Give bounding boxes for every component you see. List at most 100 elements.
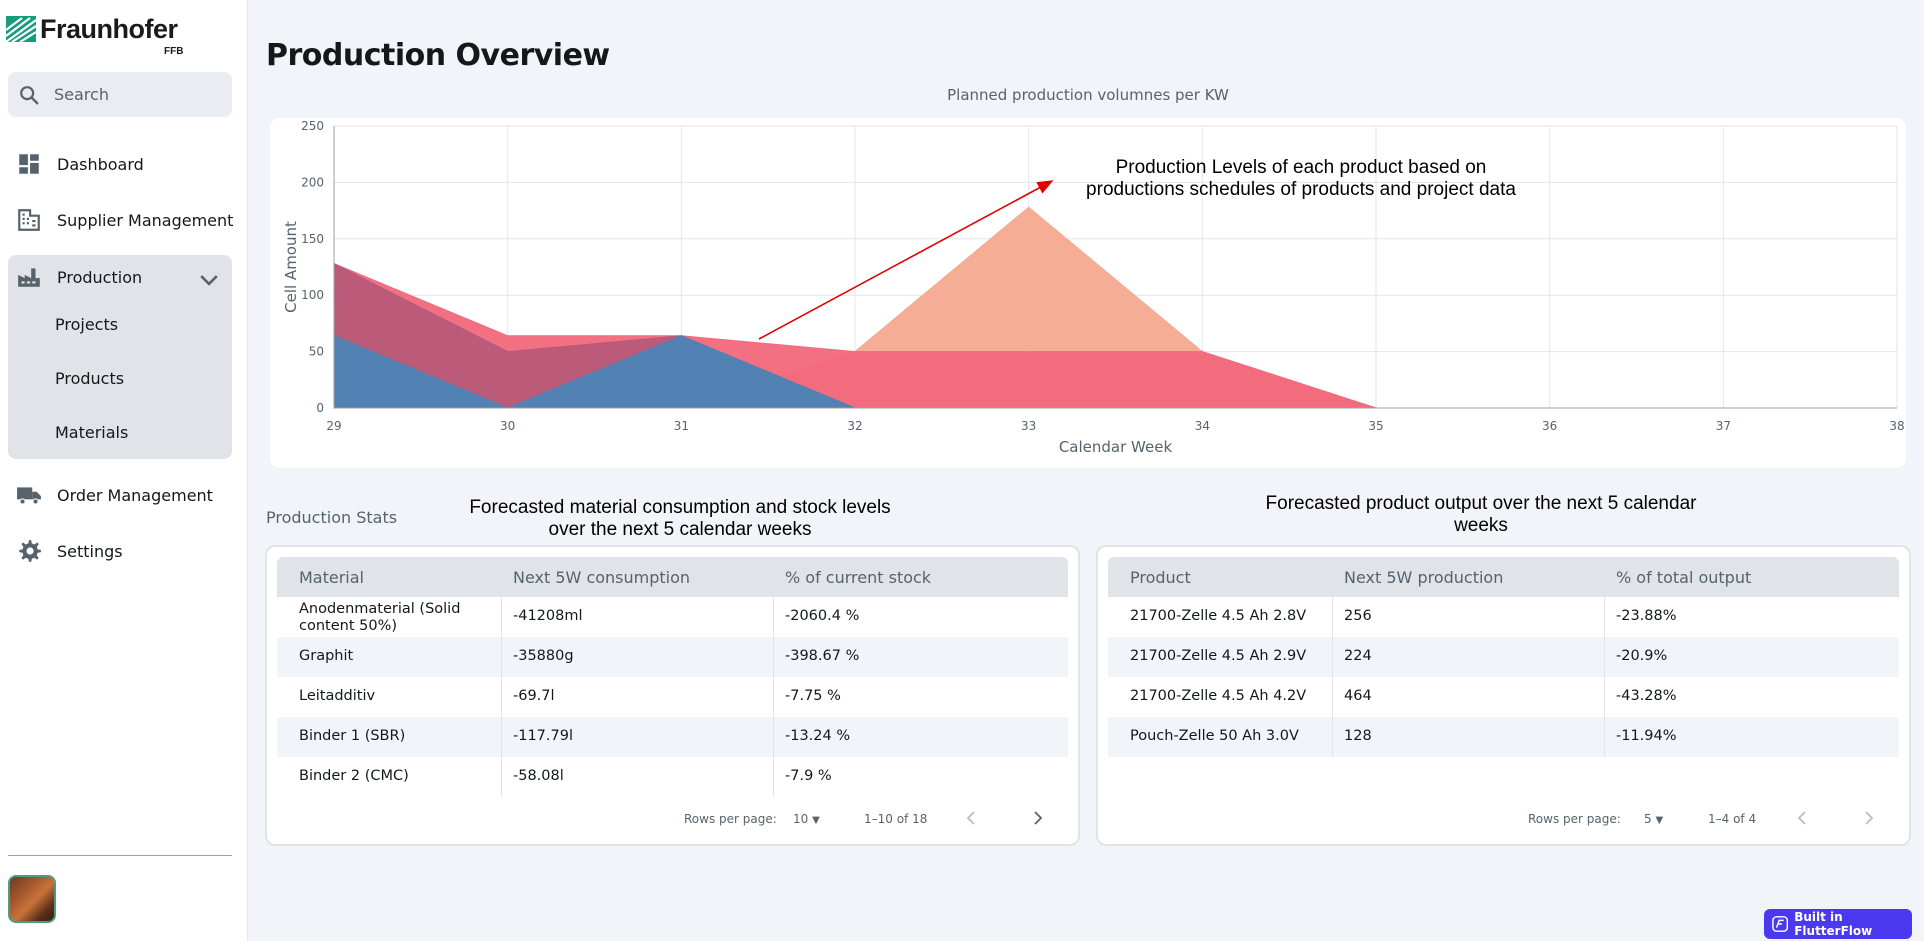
column-header[interactable]: % of current stock: [785, 568, 931, 587]
building-icon: [18, 209, 40, 231]
nav-projects[interactable]: Projects: [55, 315, 118, 334]
products-table: Product Next 5W production % of total ou…: [1096, 545, 1911, 846]
material-name: Anodenmaterial (Solid content 50%): [299, 601, 461, 634]
stock-percent: -7.9 %: [785, 768, 832, 784]
product-name: Pouch-Zelle 50 Ah 3.0V: [1130, 728, 1299, 744]
cell-divider: [773, 717, 774, 757]
column-header[interactable]: % of total output: [1616, 568, 1751, 587]
chevron-right-icon[interactable]: [1028, 809, 1046, 827]
page-title: Production Overview: [266, 38, 610, 73]
nav-materials[interactable]: Materials: [55, 423, 128, 442]
output-percent: -20.9%: [1616, 648, 1668, 664]
cell-divider: [773, 757, 774, 797]
cell-divider: [501, 597, 502, 637]
stock-percent: -2060.4 %: [785, 608, 860, 624]
search-box[interactable]: [8, 72, 232, 117]
chart-title: Planned production volumnes per KW: [947, 86, 1229, 104]
column-header[interactable]: Next 5W consumption: [513, 568, 690, 587]
material-name: Binder 2 (CMC): [299, 768, 409, 784]
table-row[interactable]: 21700-Zelle 4.5 Ah 4.2V 464 -43.28%: [1108, 677, 1899, 717]
chevron-left-icon[interactable]: [963, 809, 981, 827]
search-input[interactable]: [54, 85, 214, 104]
nav-production[interactable]: Production: [8, 255, 232, 299]
table-row[interactable]: 21700-Zelle 4.5 Ah 2.8V 256 -23.88%: [1108, 597, 1899, 637]
pagination-range: 1–4 of 4: [1708, 812, 1757, 826]
table-row[interactable]: Pouch-Zelle 50 Ah 3.0V 128 -11.94%: [1108, 717, 1899, 757]
table-row[interactable]: Binder 2 (CMC) -58.08l -7.9 %: [277, 757, 1068, 797]
cell-divider: [1604, 597, 1605, 637]
stock-percent: -13.24 %: [785, 728, 851, 744]
y-tick-label: 50: [309, 345, 324, 359]
rows-per-page-value: 10: [793, 812, 809, 826]
user-avatar[interactable]: [8, 875, 56, 923]
dropdown-arrow-icon: ▼: [1655, 815, 1664, 826]
column-header[interactable]: Material: [299, 568, 364, 587]
table-row[interactable]: Binder 1 (SBR) -117.79l -13.24 %: [277, 717, 1068, 757]
production-stats-label: Production Stats: [266, 508, 398, 527]
chevron-left-icon[interactable]: [1794, 809, 1812, 827]
flutterflow-badge[interactable]: Built in FlutterFlow: [1764, 909, 1912, 939]
cell-divider: [501, 717, 502, 757]
fraunhofer-logo[interactable]: Fraunhofer FFB: [6, 12, 206, 58]
cell-divider: [501, 677, 502, 717]
cell-divider: [1332, 637, 1333, 677]
product-name: 21700-Zelle 4.5 Ah 4.2V: [1130, 688, 1307, 704]
products-annotation: Forecasted product output over the next …: [1265, 493, 1697, 536]
nav-supplier-management[interactable]: Supplier Management: [8, 198, 234, 242]
fraunhofer-logo-icon: [6, 16, 36, 42]
rows-per-page-value: 5: [1644, 812, 1652, 826]
consumption-value: -41208ml: [513, 608, 583, 624]
table-row[interactable]: Anodenmaterial (Solid content 50%) -4120…: [277, 597, 1068, 637]
search-icon: [20, 85, 39, 104]
x-tick-label: 32: [847, 419, 862, 433]
y-tick-label: 250: [301, 119, 324, 133]
rows-per-page-label: Rows per page:: [1528, 812, 1621, 826]
table-row[interactable]: 21700-Zelle 4.5 Ah 2.9V 224 -20.9%: [1108, 637, 1899, 677]
materials-table: Material Next 5W consumption % of curren…: [265, 545, 1080, 846]
x-tick-label: 36: [1542, 419, 1557, 433]
y-tick-label: 200: [301, 175, 324, 189]
materials-annotation: Forecasted material consumption and stoc…: [469, 497, 891, 540]
flutterflow-icon: [1772, 916, 1789, 932]
sidebar: Fraunhofer FFB Dashboard Supplier Manage…: [0, 0, 248, 941]
output-percent: -23.88%: [1616, 608, 1677, 624]
nav-order-label: Order Management: [57, 485, 213, 505]
stock-percent: -398.67 %: [785, 648, 860, 664]
consumption-value: -58.08l: [513, 768, 564, 784]
chevron-right-icon[interactable]: [1859, 809, 1877, 827]
chart-annotation: Production Levels of each product based …: [1086, 157, 1516, 200]
truck-icon: [17, 487, 41, 505]
table-row[interactable]: Leitadditiv -69.7l -7.75 %: [277, 677, 1068, 717]
x-tick-label: 37: [1716, 419, 1731, 433]
x-tick-label: 30: [500, 419, 515, 433]
chevron-down-icon[interactable]: [196, 267, 222, 293]
y-tick-label: 100: [301, 288, 324, 302]
material-name: Leitadditiv: [299, 688, 376, 704]
column-header[interactable]: Next 5W production: [1344, 568, 1503, 587]
consumption-value: -35880g: [513, 648, 574, 664]
x-tick-label: 29: [326, 419, 341, 433]
nav-supplier-label: Supplier Management: [57, 210, 234, 230]
nav-products[interactable]: Products: [55, 369, 124, 388]
factory-icon: [18, 268, 40, 287]
nav-dashboard-label: Dashboard: [57, 154, 144, 174]
product-name: 21700-Zelle 4.5 Ah 2.8V: [1130, 608, 1307, 624]
table-row[interactable]: Graphit -35880g -398.67 %: [277, 637, 1068, 677]
column-header[interactable]: Product: [1130, 568, 1191, 587]
rows-per-page-select[interactable]: 5 ▼: [1644, 812, 1663, 826]
x-tick-label: 34: [1195, 419, 1210, 433]
nav-settings[interactable]: Settings: [8, 529, 232, 573]
production-group: Production Projects Products Materials: [8, 255, 232, 459]
x-tick-label: 38: [1889, 419, 1904, 433]
consumption-value: -69.7l: [513, 688, 555, 704]
material-name: Binder 1 (SBR): [299, 728, 406, 744]
cell-divider: [1332, 597, 1333, 637]
nav-order-management[interactable]: Order Management: [8, 473, 232, 517]
nav-dashboard[interactable]: Dashboard: [8, 142, 232, 186]
cell-divider: [1604, 717, 1605, 757]
rows-per-page-label: Rows per page:: [684, 812, 777, 826]
cell-divider: [1332, 717, 1333, 757]
nav-settings-label: Settings: [57, 541, 123, 561]
x-tick-label: 35: [1368, 419, 1383, 433]
rows-per-page-select[interactable]: 10 ▼: [793, 812, 820, 826]
